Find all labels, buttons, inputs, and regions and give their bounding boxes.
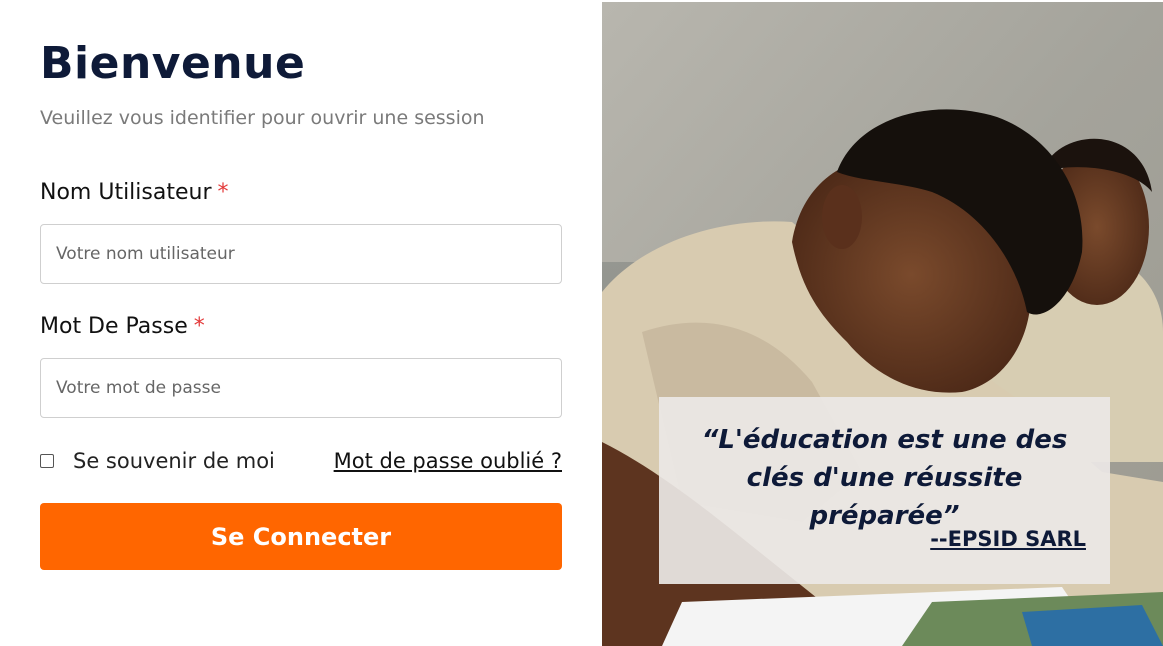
- login-button[interactable]: Se Connecter: [40, 503, 562, 570]
- username-label: Nom Utilisateur *: [40, 180, 229, 205]
- login-panel: Bienvenue Veuillez vous identifier pour …: [0, 0, 602, 646]
- forgot-password-link[interactable]: Mot de passe oublié ?: [334, 449, 562, 473]
- password-input[interactable]: [40, 358, 562, 418]
- username-label-text: Nom Utilisateur: [40, 180, 212, 205]
- remember-me[interactable]: Se souvenir de moi: [40, 449, 275, 473]
- page-title: Bienvenue: [40, 38, 306, 89]
- quote-card: “L'éducation est une des clés d'une réus…: [659, 397, 1110, 584]
- username-required-mark: *: [217, 180, 229, 205]
- password-label: Mot De Passe *: [40, 314, 205, 339]
- quote-author: --EPSID SARL: [930, 527, 1086, 551]
- password-required-mark: *: [193, 314, 205, 339]
- remember-me-label[interactable]: Se souvenir de moi: [73, 449, 275, 473]
- remember-me-checkbox[interactable]: [40, 454, 54, 468]
- hero-image-panel: “L'éducation est une des clés d'une réus…: [602, 2, 1163, 646]
- page-subtitle: Veuillez vous identifier pour ouvrir une…: [40, 107, 485, 129]
- username-input[interactable]: [40, 224, 562, 284]
- password-label-text: Mot De Passe: [40, 314, 188, 339]
- quote-text: “L'éducation est une des clés d'une réus…: [701, 425, 1068, 531]
